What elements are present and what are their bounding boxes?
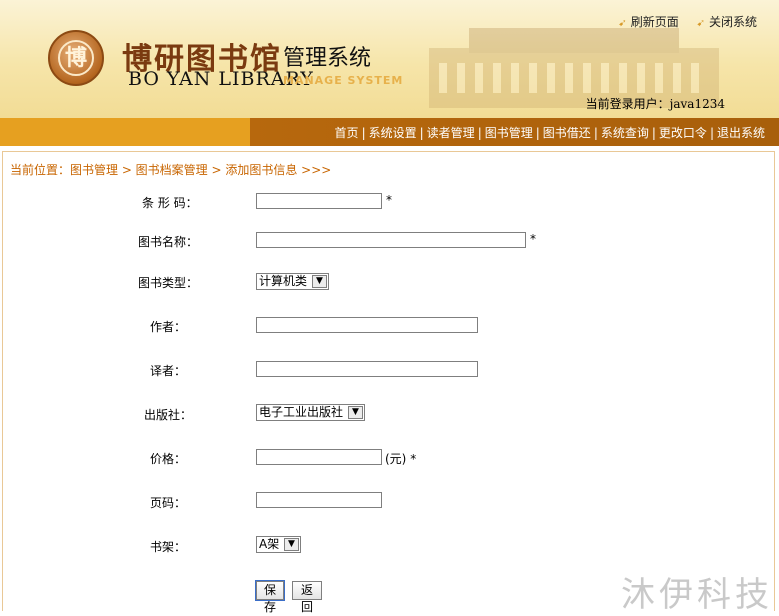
arrow-icon: ➹ (696, 18, 705, 29)
barcode-label: 条 形 码： (142, 196, 198, 210)
shelf-label: 书架： (150, 540, 187, 554)
chevron-down-icon: ▼ (312, 275, 327, 288)
pages-label: 页码： (150, 496, 187, 510)
back-button[interactable]: 返回 (292, 581, 322, 614)
nav-item-book-management[interactable]: 图书管理 (485, 126, 533, 140)
nav-bar: 首页 | 系统设置 | 读者管理 | 图书管理 | 图书借还 | 系统查询 | 更改口令 | 退出系统 (0, 118, 779, 146)
content-area (2, 151, 775, 611)
translator-label: 译者： (150, 364, 187, 378)
refresh-page-label: 刷新页面 (630, 15, 679, 29)
book-name-label: 图书名称： (138, 235, 199, 249)
nav-item-book-borrow-return[interactable]: 图书借还 (543, 126, 591, 140)
book-type-label: 图书类型： (138, 276, 199, 290)
price-unit: (元) * (385, 450, 416, 467)
arrow-icon: ➹ (618, 18, 627, 29)
breadcrumb: 当前位置：图书管理 > 图书档案管理 > 添加图书信息 >>> (10, 163, 332, 177)
refresh-page-link[interactable]: ➹ 刷新页面 (618, 15, 678, 29)
price-unit-label: (元) (385, 452, 407, 466)
watermark: 沐伊科技 (621, 575, 773, 615)
nav-item-logout[interactable]: 退出系统 (717, 126, 765, 140)
nav-item-reader-management[interactable]: 读者管理 (427, 126, 475, 140)
book-name-input[interactable] (256, 232, 526, 248)
book-type-value: 计算机类 (259, 274, 308, 288)
price-input[interactable] (256, 449, 382, 465)
nav-item-system-query[interactable]: 系统查询 (601, 126, 649, 140)
price-label: 价格： (150, 452, 187, 466)
publisher-select[interactable]: 电子工业出版社 ▼ (256, 404, 365, 421)
translator-input[interactable] (256, 361, 478, 377)
shelf-value: A架 (259, 537, 280, 551)
current-user-name: java1234 (669, 97, 725, 111)
current-user-label: 当前登录用户： (585, 97, 670, 111)
chevron-down-icon: ▼ (348, 406, 363, 419)
nav-item-home[interactable]: 首页 (335, 126, 359, 140)
top-links: ➹ 刷新页面 ➹ 关闭系统 (604, 13, 757, 30)
publisher-label: 出版社： (144, 408, 193, 422)
current-user: 当前登录用户：java1234 (586, 95, 725, 112)
logo-char: 博 (58, 40, 94, 76)
author-label: 作者： (150, 320, 187, 334)
save-button[interactable]: 保存 (255, 580, 285, 614)
nav-menu: 首页 | 系统设置 | 读者管理 | 图书管理 | 图书借还 | 系统查询 | 更改口令 | 退出系统 (334, 126, 765, 140)
close-system-link[interactable]: ➹ 关闭系统 (697, 15, 757, 29)
book-name-required-mark: * (530, 232, 536, 246)
chevron-down-icon: ▼ (284, 538, 299, 551)
author-input[interactable] (256, 317, 478, 333)
shelf-select[interactable]: A架 ▼ (256, 536, 301, 553)
pages-input[interactable] (256, 492, 382, 508)
price-required-mark: * (410, 452, 417, 466)
nav-item-system-settings[interactable]: 系统设置 (369, 126, 417, 140)
barcode-input[interactable] (256, 193, 382, 209)
nav-item-change-password[interactable]: 更改口令 (659, 126, 707, 140)
book-type-select[interactable]: 计算机类 ▼ (256, 273, 329, 290)
close-system-label: 关闭系统 (708, 15, 757, 29)
library-logo: 博 (48, 30, 104, 86)
header-banner: 博 博研图书馆 管理系统 BO YAN LIBRARY MANAGE SYSTE… (0, 0, 779, 118)
system-title-en: MANAGE SYSTEM (283, 74, 404, 87)
barcode-required-mark: * (386, 193, 392, 207)
publisher-value: 电子工业出版社 (259, 405, 344, 419)
